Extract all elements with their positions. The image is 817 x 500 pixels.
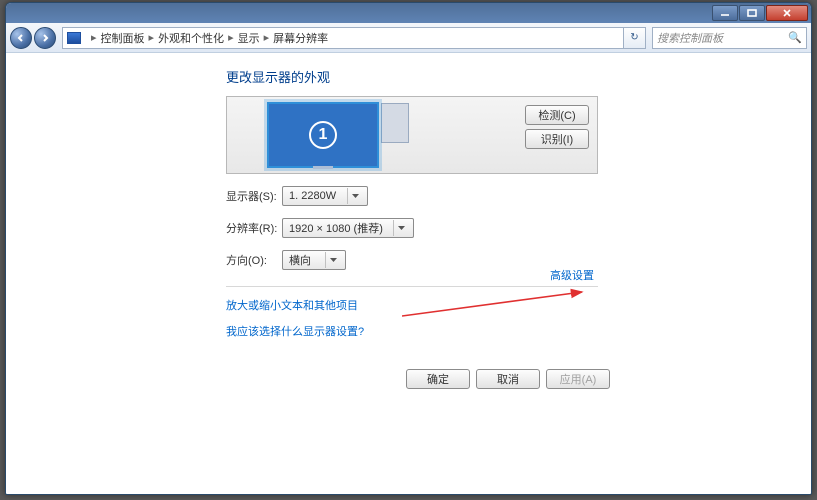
search-placeholder: 搜索控制面板 <box>657 30 723 46</box>
search-input[interactable]: 搜索控制面板 🔍 <box>652 27 807 49</box>
ok-button[interactable]: 确定 <box>406 369 470 389</box>
breadcrumb-item[interactable]: 控制面板 <box>101 30 145 46</box>
monitor-arrange-area[interactable]: 1 检测(C) 识别(I) <box>226 96 598 174</box>
page-title: 更改显示器的外观 <box>226 67 811 86</box>
orientation-row: 方向(O): 横向 <box>226 250 811 270</box>
detect-button[interactable]: 检测(C) <box>525 105 589 125</box>
control-panel-icon <box>67 32 81 44</box>
breadcrumb-item[interactable]: 外观和个性化 <box>158 30 224 46</box>
chevron-down-icon <box>347 188 363 204</box>
display-select[interactable]: 1. 2280W <box>282 186 368 206</box>
identify-button[interactable]: 识别(I) <box>525 129 589 149</box>
nav-back-button[interactable] <box>10 27 32 49</box>
chevron-right-icon: ▸ <box>91 31 97 44</box>
maximize-button[interactable] <box>739 5 765 21</box>
display-label: 显示器(S): <box>226 188 282 204</box>
search-icon: 🔍 <box>788 31 802 44</box>
monitor-stand <box>313 166 333 169</box>
monitor-1[interactable]: 1 <box>267 102 379 168</box>
apply-button[interactable]: 应用(A) <box>546 369 610 389</box>
resolution-label: 分辨率(R): <box>226 220 282 236</box>
chevron-down-icon <box>325 252 341 268</box>
display-value: 1. 2280W <box>289 190 336 202</box>
resolution-row: 分辨率(R): 1920 × 1080 (推荐) <box>226 218 811 238</box>
advanced-settings-link[interactable]: 高级设置 <box>550 267 594 283</box>
monitor-number: 1 <box>309 121 337 149</box>
titlebar <box>6 3 811 23</box>
divider: 高级设置 <box>226 286 598 287</box>
chevron-right-icon: ▸ <box>264 31 270 44</box>
address-bar: ▸ 控制面板 ▸ 外观和个性化 ▸ 显示 ▸ 屏幕分辨率 ↻ 搜索控制面板 🔍 <box>6 23 811 53</box>
content-area: 更改显示器的外观 1 检测(C) 识别(I) 显示器(S): 1. 2280W … <box>6 53 811 494</box>
minimize-button[interactable] <box>712 5 738 21</box>
window-frame: ▸ 控制面板 ▸ 外观和个性化 ▸ 显示 ▸ 屏幕分辨率 ↻ 搜索控制面板 🔍 … <box>5 2 812 495</box>
chevron-right-icon: ▸ <box>149 31 155 44</box>
cancel-button[interactable]: 取消 <box>476 369 540 389</box>
orientation-select[interactable]: 横向 <box>282 250 346 270</box>
orientation-label: 方向(O): <box>226 252 282 268</box>
orientation-value: 横向 <box>289 252 311 268</box>
refresh-button[interactable]: ↻ <box>624 27 646 49</box>
resolution-value: 1920 × 1080 (推荐) <box>289 220 383 236</box>
breadcrumb[interactable]: ▸ 控制面板 ▸ 外观和个性化 ▸ 显示 ▸ 屏幕分辨率 <box>62 27 624 49</box>
breadcrumb-item[interactable]: 屏幕分辨率 <box>273 30 328 46</box>
which-settings-link[interactable]: 我应该选择什么显示器设置? <box>226 323 811 339</box>
display-row: 显示器(S): 1. 2280W <box>226 186 811 206</box>
chevron-right-icon: ▸ <box>228 31 234 44</box>
nav-forward-button[interactable] <box>34 27 56 49</box>
close-button[interactable] <box>766 5 808 21</box>
resolution-select[interactable]: 1920 × 1080 (推荐) <box>282 218 414 238</box>
monitor-2[interactable] <box>381 103 409 143</box>
breadcrumb-item[interactable]: 显示 <box>238 30 260 46</box>
action-buttons: 确定 取消 应用(A) <box>406 369 610 389</box>
chevron-down-icon <box>393 220 409 236</box>
text-size-link[interactable]: 放大或缩小文本和其他项目 <box>226 297 811 313</box>
